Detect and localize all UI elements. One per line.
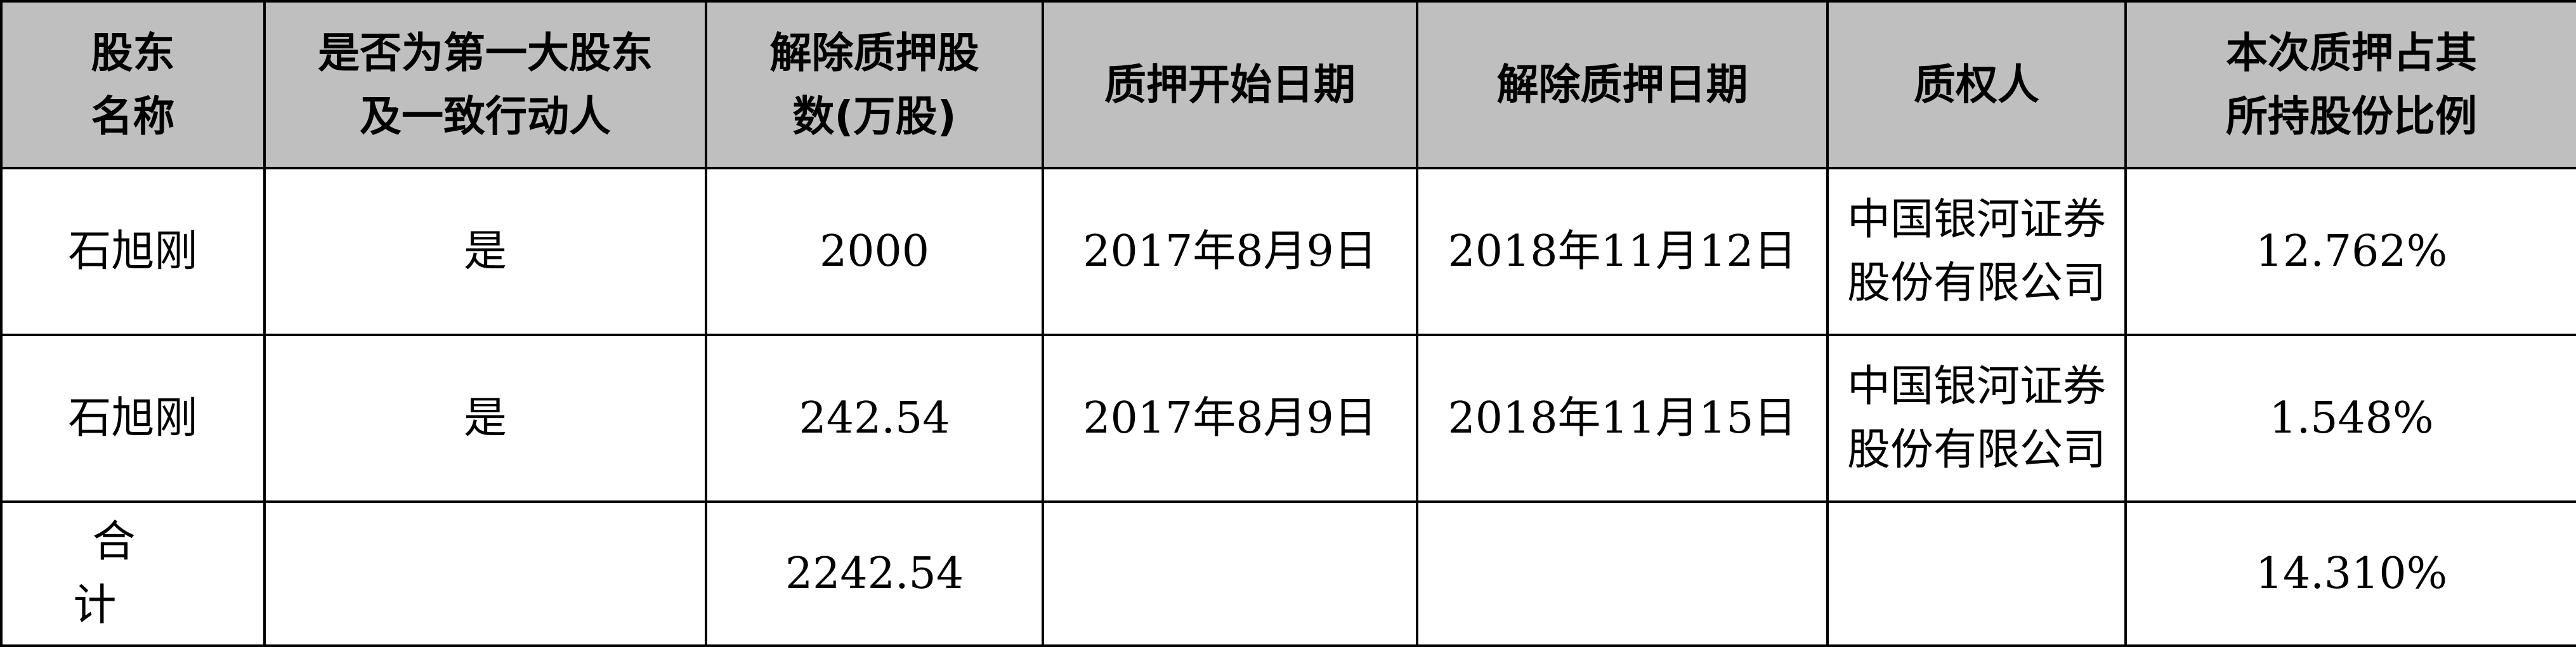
cell-empty (1826, 500, 2127, 647)
cell-release-date: 2018年11月12日 (1416, 167, 1829, 336)
total-label: 合计 (73, 516, 212, 631)
cell-total-shares: 2242.54 (705, 500, 1044, 647)
cell-shareholder: 石旭刚 (0, 334, 266, 503)
cell-shares: 2000 (705, 167, 1044, 336)
header-pledge-ratio: 本次质押占其 所持股份比例 (2124, 0, 2576, 169)
header-pledgee: 质权人 (1826, 0, 2127, 169)
cell-empty (263, 500, 707, 647)
table-row: 石旭刚 是 242.54 2017年8月9日 2018年11月15日 中国银河证… (0, 334, 2576, 503)
cell-ratio: 1.548% (2124, 334, 2576, 503)
cell-empty (1042, 500, 1418, 647)
cell-is-largest: 是 (263, 167, 707, 336)
cell-start-date: 2017年8月9日 (1042, 334, 1418, 503)
header-pledge-start-date: 质押开始日期 (1042, 0, 1418, 169)
cell-total-ratio: 14.310% (2124, 500, 2576, 647)
cell-ratio: 12.762% (2124, 167, 2576, 336)
header-shareholder-name: 股东 名称 (0, 0, 266, 169)
cell-shares: 242.54 (705, 334, 1044, 503)
table-header-row: 股东 名称 是否为第一大股东 及一致行动人 解除质押股 数(万股) 质押开始日期… (0, 0, 2576, 169)
pledge-release-table: 股东 名称 是否为第一大股东 及一致行动人 解除质押股 数(万股) 质押开始日期… (0, 0, 2576, 647)
header-released-shares: 解除质押股 数(万股) (705, 0, 1044, 169)
cell-is-largest: 是 (263, 334, 707, 503)
cell-pledgee: 中国银河证券 股份有限公司 (1826, 334, 2127, 503)
cell-shareholder: 石旭刚 (0, 167, 266, 336)
cell-release-date: 2018年11月15日 (1416, 334, 1829, 503)
cell-start-date: 2017年8月9日 (1042, 167, 1418, 336)
cell-pledgee: 中国银河证券 股份有限公司 (1826, 167, 2127, 336)
cell-empty (1416, 500, 1829, 647)
table-row: 石旭刚 是 2000 2017年8月9日 2018年11月12日 中国银河证券 … (0, 167, 2576, 336)
cell-total-label: 合计 (0, 500, 266, 647)
header-is-largest-shareholder: 是否为第一大股东 及一致行动人 (263, 0, 707, 169)
header-release-date: 解除质押日期 (1416, 0, 1829, 169)
total-row: 合计 2242.54 14.310% (0, 500, 2576, 647)
